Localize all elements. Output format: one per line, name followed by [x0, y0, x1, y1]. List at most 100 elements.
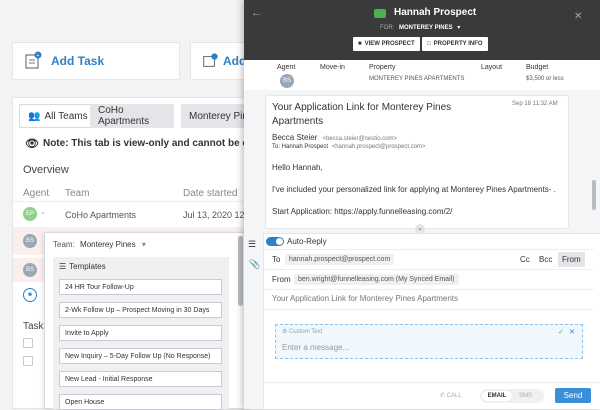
tab-all-teams-label: All Teams [44, 111, 87, 122]
task-checkbox[interactable] [23, 338, 33, 348]
chat-status-icon [374, 9, 386, 18]
email-body: I've included your personalized link for… [272, 185, 556, 194]
agent-avatar: BS [280, 74, 294, 88]
for-label: FOR: [380, 25, 394, 31]
budget-value: $3,500 or less [526, 76, 564, 82]
to-email: <hannah.prospect@prospect.com> [332, 144, 426, 150]
call-button[interactable]: ✆ CALL [440, 392, 462, 399]
compose-area: Auto-Reply To hannah.prospect@prospect.c… [264, 233, 600, 409]
auto-reply-toggle[interactable] [266, 237, 284, 246]
attachment-icon[interactable]: 📎 [249, 259, 260, 270]
team-select-value: Monterey Pines [80, 240, 136, 249]
svg-text:+: + [37, 53, 40, 59]
tab-monterey[interactable]: Monterey Pines [181, 104, 253, 128]
back-arrow-icon[interactable]: ← [251, 7, 262, 19]
add-card-2[interactable]: Add [190, 42, 250, 80]
property-info-label: PROPERTY INFO [434, 41, 483, 47]
email-subject: Your Application Link for Monterey Pines… [272, 101, 472, 129]
prospect-drawer: ← ✕ Hannah Prospect FOR: MONTEREY PINES … [244, 0, 600, 409]
tab-coho-label: CoHo Apartments [98, 105, 166, 127]
document-icon: □ [427, 41, 431, 47]
from-email: <becca.steier@nestio.com> [323, 136, 397, 142]
email-to: To: Hannah Prospect <hannah.prospect@pro… [272, 144, 426, 150]
col-date: Date started [183, 188, 237, 199]
movein-label: Move-in [320, 64, 345, 71]
list-icon: ☰ [59, 262, 66, 271]
email-tab[interactable]: EMAIL [482, 391, 512, 401]
date-cell: Jul 13, 2020 12:4 [183, 210, 252, 220]
sms-tab[interactable]: SMS [519, 391, 532, 401]
bcc-button[interactable]: Bcc [539, 255, 552, 264]
property-info-button[interactable]: □PROPERTY INFO [422, 37, 488, 51]
agent-label: Agent [277, 64, 295, 71]
avatar: BS [23, 234, 37, 248]
channel-switch[interactable]: EMAIL SMS [480, 389, 544, 403]
email-date: Sep 18 11:32 AM [512, 101, 558, 107]
compose-sidebar: ☰ 📎 [244, 233, 264, 409]
tab-coho[interactable]: CoHo Apartments [90, 104, 174, 128]
compose-footer: ✆ CALL EMAIL SMS Send [264, 382, 600, 410]
email-from: Becca Steier <becca.steier@nestio.com> [272, 133, 397, 142]
check-icon[interactable]: ✓ [558, 328, 564, 336]
for-value: MONTEREY PINES [399, 25, 453, 31]
templates-title-label: Templates [69, 262, 105, 271]
template-item[interactable]: New Inquiry – 5-Day Follow Up (No Respon… [59, 348, 222, 364]
close-icon[interactable]: ✕ [574, 11, 582, 22]
template-item[interactable]: Open House [59, 394, 222, 410]
team-select-label: Team: [53, 240, 75, 249]
close-icon[interactable]: ✕ [569, 328, 575, 336]
template-item[interactable]: 2-Wk Follow Up – Prospect Moving in 30 D… [59, 302, 222, 318]
template-item[interactable]: 24 HR Tour Follow-Up [59, 279, 222, 295]
templates-popover: Team: Monterey Pines ▾ ☰Templates 24 HR … [44, 232, 248, 409]
template-item[interactable]: Invite to Apply [59, 325, 222, 341]
thread-scrollbar[interactable] [592, 180, 596, 210]
custom-text-label: ⚙ Custom Text [282, 328, 322, 335]
call-label: CALL [447, 393, 462, 399]
add-label-2: Add [223, 54, 246, 68]
overview-heading: Overview [23, 164, 69, 176]
task-checkbox[interactable] [23, 356, 33, 366]
custom-text-label-text: Custom Text [289, 329, 322, 335]
property-label: Property [369, 64, 395, 71]
view-prospect-button[interactable]: ■VIEW PROSPECT [353, 37, 420, 51]
team-select[interactable]: Team: Monterey Pines ▾ [53, 240, 146, 249]
prospect-name: Hannah Prospect [394, 7, 476, 18]
for-property[interactable]: FOR: MONTEREY PINES ▾ [380, 24, 460, 31]
from-name: Becca Steier [272, 133, 317, 142]
caret-down-icon: ▾ [457, 25, 460, 31]
budget-label: Budget [526, 64, 548, 71]
from-sender-chip[interactable]: ben.wright@funnelleasing.com (My Synced … [294, 274, 459, 285]
eye-icon: 👁 [25, 137, 39, 150]
view-only-note: 👁 Note: This tab is view-only and cannot… [25, 137, 272, 150]
to-recipient-chip[interactable]: hannah.prospect@prospect.com [285, 254, 394, 265]
custom-text-block[interactable]: ⚙ Custom Text ✓ ✕ Enter a message... [275, 324, 583, 359]
layout-label: Layout [481, 64, 502, 71]
col-agent: Agent [23, 188, 49, 199]
property-value: MONTEREY PINES APARTMENTS [369, 76, 464, 82]
team-cell: CoHo Apartments [65, 210, 136, 220]
email-greeting: Hello Hannah, [272, 163, 323, 172]
add-agent-icon[interactable]: ☻ [23, 288, 37, 302]
col-team: Team [65, 188, 89, 199]
templates-title: ☰Templates [59, 262, 106, 271]
send-button[interactable]: Send [555, 388, 591, 403]
team-icon: 👥 [28, 111, 40, 122]
from-button[interactable]: From [558, 252, 585, 267]
from-label: From [272, 275, 291, 284]
template-item[interactable]: New Lead - Initial Response [59, 371, 222, 387]
email-start-link[interactable]: Start Application: https://apply.funnell… [272, 207, 452, 216]
scrollbar[interactable] [238, 236, 243, 306]
calendar-add-icon [201, 52, 219, 70]
add-task-card[interactable]: + Add Task [12, 42, 180, 80]
to-label: To [272, 255, 280, 264]
auto-reply-label: Auto-Reply [287, 237, 327, 246]
tab-all-teams[interactable]: 👥 All Teams [19, 104, 97, 128]
template-list-icon[interactable]: ☰ [248, 239, 256, 250]
chevron-down-icon: ⌄ [40, 208, 46, 216]
avatar: BS [23, 263, 37, 277]
message-input[interactable]: Enter a message... [282, 343, 349, 352]
drawer-header: ← ✕ Hannah Prospect FOR: MONTEREY PINES … [244, 0, 600, 60]
subject-field[interactable]: Your Application Link for Monterey Pines… [272, 294, 458, 303]
cc-button[interactable]: Cc [520, 255, 530, 264]
to-line: To: Hannah Prospect [272, 144, 328, 150]
